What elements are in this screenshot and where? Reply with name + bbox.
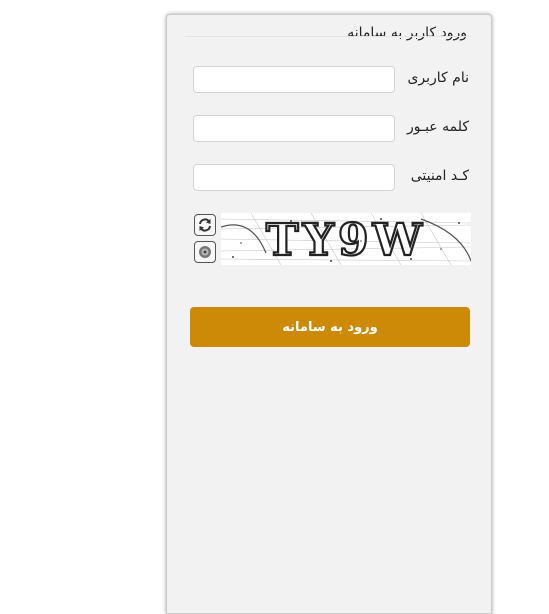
password-label: کلمه عبـور (406, 119, 469, 135)
login-panel: ورود کاربر به سامانه نام کاربری کلمه عبـ… (166, 14, 492, 614)
login-submit-button[interactable]: ورود به سامانه (190, 307, 470, 347)
username-input[interactable] (193, 66, 395, 93)
username-label: نام کاربری (407, 70, 469, 86)
speaker-icon (199, 246, 211, 258)
security-code-label: کـد امنیتی (410, 168, 469, 184)
captcha-refresh-button[interactable] (194, 214, 216, 236)
captcha-text: TY9W (266, 215, 426, 265)
security-code-input[interactable] (193, 164, 395, 191)
captcha-audio-button[interactable] (194, 241, 216, 263)
form-title: ورود کاربر به سامانه (347, 25, 467, 41)
captcha-noise: TY9W (221, 213, 471, 265)
title-divider (185, 36, 469, 37)
password-input[interactable] (193, 115, 395, 142)
refresh-icon (199, 218, 211, 232)
captcha-image: TY9W (221, 213, 471, 265)
